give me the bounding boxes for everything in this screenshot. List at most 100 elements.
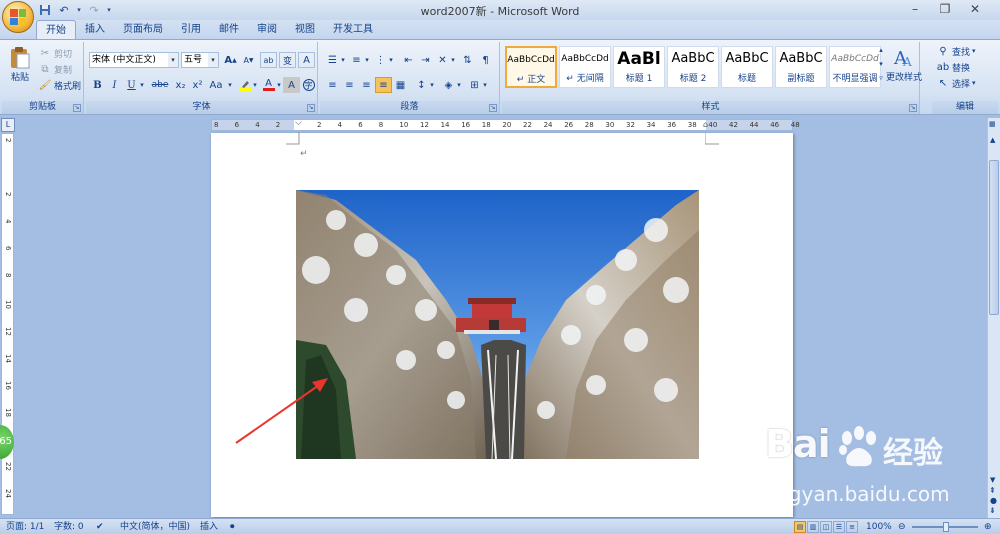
line-spacing-dropdown-icon[interactable]: ▾ [428, 77, 436, 93]
tab-references[interactable]: 引用 [172, 20, 210, 39]
office-button[interactable] [2, 1, 34, 33]
align-right-button[interactable]: ≡ [358, 77, 375, 93]
sort-button[interactable]: ⇅ [459, 52, 476, 68]
justify-button[interactable]: ≡ [375, 77, 392, 93]
first-line-indent-marker[interactable]: ⌵ [295, 118, 302, 128]
select-button[interactable]: ↖ 选择 ▾ [936, 76, 976, 90]
tab-page-layout[interactable]: 页面布局 [114, 20, 172, 39]
tab-review[interactable]: 审阅 [248, 20, 286, 39]
ruler-tick-label: 2 [317, 121, 322, 129]
underline-dropdown-icon[interactable]: ▾ [138, 77, 146, 93]
minimize-icon[interactable]: – [900, 0, 930, 18]
style-sample: AaBbCcDd [561, 54, 609, 64]
ruler-toggle-icon[interactable]: ▦ [989, 120, 996, 128]
shading-dropdown-icon[interactable]: ▾ [455, 77, 463, 93]
multilevel-dropdown-icon[interactable]: ▾ [387, 52, 395, 68]
ruler-tick-label: 6 [358, 121, 363, 129]
word-count[interactable]: 字数: 0 [54, 521, 84, 533]
macro-record-icon[interactable]: ⏺ [230, 521, 235, 533]
change-styles-button[interactable]: AA 更改样式 [886, 44, 922, 83]
decrease-indent-button[interactable]: ⇤ [400, 52, 417, 68]
paste-button[interactable]: 粘贴 [6, 44, 34, 83]
gallery-more-icon[interactable]: ▿ [876, 74, 886, 88]
highlight-dropdown-icon[interactable]: ▾ [251, 77, 259, 93]
scroll-down-icon[interactable]: ▾ [876, 60, 886, 74]
shrink-font-button[interactable]: A ▼ [240, 52, 257, 68]
enclose-char-button[interactable]: 字 [300, 77, 317, 93]
inserted-image[interactable] [296, 190, 699, 459]
scroll-up-icon[interactable]: ▴ [876, 46, 886, 60]
draft-view-icon[interactable]: ≡ [846, 521, 858, 533]
style-heading-1[interactable]: AaBl 标题 1 [613, 46, 665, 88]
cut-button[interactable]: ✂ 剪切 [38, 46, 72, 60]
font-color-dropdown-icon[interactable]: ▾ [275, 77, 283, 93]
language-status[interactable]: 中文(简体，中国) [120, 521, 190, 533]
show-marks-button[interactable]: ¶ [477, 52, 494, 68]
increase-indent-button[interactable]: ⇥ [417, 52, 434, 68]
tab-view[interactable]: 视图 [286, 20, 324, 39]
borders-dropdown-icon[interactable]: ▾ [481, 77, 489, 93]
scroll-up-icon[interactable]: ▲ [990, 136, 995, 144]
subscript-button[interactable]: x₂ [172, 77, 189, 93]
web-layout-view-icon[interactable]: ◫ [820, 521, 832, 533]
char-border-button[interactable]: A [298, 52, 315, 68]
tab-mailings[interactable]: 邮件 [210, 20, 248, 39]
styles-dialog-launcher[interactable]: ↘ [909, 104, 917, 112]
align-center-button[interactable]: ≡ [341, 77, 358, 93]
close-icon[interactable]: ✕ [960, 0, 990, 18]
numbering-dropdown-icon[interactable]: ▾ [363, 52, 371, 68]
clear-format-button[interactable]: ab [260, 52, 277, 68]
proofing-icon[interactable]: ✔ [96, 521, 104, 533]
zoom-slider-thumb[interactable] [943, 522, 949, 532]
font-name-combo[interactable]: 宋体 (中文正文) ▾ [89, 52, 179, 68]
align-left-button[interactable]: ≡ [324, 77, 341, 93]
change-case-button[interactable]: Aa [206, 77, 226, 93]
outline-view-icon[interactable]: ☰ [833, 521, 845, 533]
find-button[interactable]: ⚲ 查找 ▾ [936, 44, 975, 58]
style-no-spacing[interactable]: AaBbCcDd ↵ 无间隔 [559, 46, 611, 88]
style-title[interactable]: AaBbC 标题 [721, 46, 773, 88]
tab-selector[interactable]: L [1, 118, 15, 132]
style-subtitle[interactable]: AaBbC 副标题 [775, 46, 827, 88]
full-screen-view-icon[interactable]: ▥ [807, 521, 819, 533]
page-count[interactable]: 页面: 1/1 [6, 521, 44, 533]
style-subtle-emphasis[interactable]: AaBbCcDd 不明显强调 [829, 46, 881, 88]
scroll-thumb[interactable] [989, 160, 999, 315]
strikethrough-button[interactable]: abe [149, 77, 171, 93]
chevron-down-icon: ▾ [972, 79, 976, 87]
char-shading-button[interactable]: A [283, 77, 300, 93]
replace-button[interactable]: ab 替换 [936, 60, 970, 74]
tab-developer[interactable]: 开发工具 [324, 20, 382, 39]
insert-mode[interactable]: 插入 [200, 521, 218, 533]
print-layout-view-icon[interactable]: ▤ [794, 521, 806, 533]
superscript-button[interactable]: x² [189, 77, 206, 93]
font-dialog-launcher[interactable]: ↘ [307, 104, 315, 112]
paragraph-dialog-launcher[interactable]: ↘ [489, 104, 497, 112]
right-indent-marker[interactable]: ⌂ [703, 120, 708, 129]
paint-bucket-icon: ◈ [444, 79, 453, 91]
copy-button[interactable]: ⧉ 复制 [38, 62, 72, 76]
tab-home[interactable]: 开始 [36, 20, 76, 39]
zoom-out-icon[interactable]: ⊖ [898, 521, 906, 533]
bullets-dropdown-icon[interactable]: ▾ [339, 52, 347, 68]
restore-icon[interactable]: ❐ [930, 0, 960, 18]
office-logo-icon [10, 9, 26, 25]
bold-button[interactable]: B [89, 77, 106, 93]
horizontal-ruler[interactable]: 8 6 4 2 2 4 6 8 10 12 14 16 18 20 22 24 26 28 30 32 34 36 38 40… [211, 118, 800, 131]
phonetic-guide-button[interactable]: 变 [279, 52, 296, 68]
clipboard-dialog-launcher[interactable]: ↘ [73, 104, 81, 112]
bullet-list-icon: ☰ [328, 54, 337, 66]
style-heading-2[interactable]: AaBbC 标题 2 [667, 46, 719, 88]
change-case-dropdown-icon[interactable]: ▾ [226, 77, 234, 93]
format-painter-button[interactable]: 🖌 格式刷 [38, 78, 81, 92]
grow-font-button[interactable]: A ▲ [222, 52, 239, 68]
italic-button[interactable]: I [106, 77, 123, 93]
document-page[interactable]: ↵ [211, 132, 793, 517]
tab-insert[interactable]: 插入 [76, 20, 114, 39]
distributed-button[interactable]: ▦ [392, 77, 409, 93]
font-size-combo[interactable]: 五号 ▾ [181, 52, 219, 68]
zoom-level[interactable]: 100% [866, 521, 892, 533]
style-normal[interactable]: AaBbCcDd ↵ 正文 [505, 46, 557, 88]
zoom-in-icon[interactable]: ⊕ [984, 521, 992, 533]
chinese-layout-dropdown-icon[interactable]: ▾ [449, 52, 457, 68]
